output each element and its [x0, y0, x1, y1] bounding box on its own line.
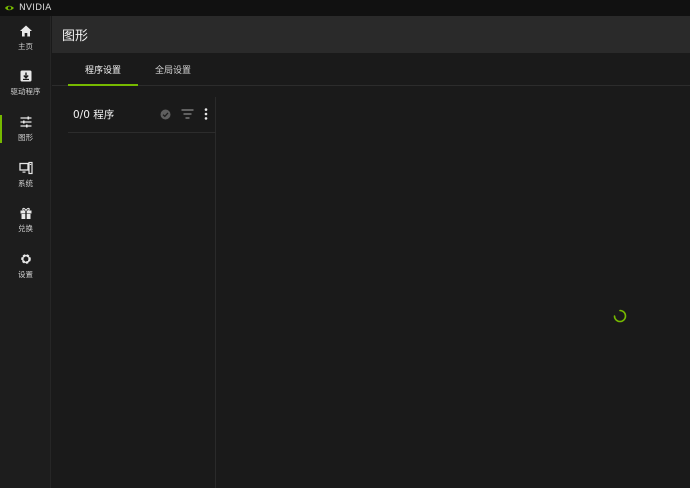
sidebar-item-drivers[interactable]: 驱动程序	[0, 63, 51, 103]
program-list-header: 0/0 程序	[68, 97, 216, 133]
more-vertical-icon[interactable]	[204, 108, 208, 120]
tab-program-settings[interactable]: 程序设置	[68, 53, 138, 86]
sidebar-item-label: 图形	[18, 133, 33, 142]
page-title: 图形	[62, 29, 89, 44]
tab-bar: 程序设置 全局设置	[52, 53, 690, 86]
settings-content-area	[217, 97, 690, 488]
window-title: NVIDIA	[19, 3, 52, 13]
loading-spinner-icon	[613, 309, 627, 323]
sidebar-item-label: 系统	[18, 179, 33, 188]
tab-global-settings[interactable]: 全局设置	[138, 53, 208, 85]
page-header: 图形	[52, 16, 690, 53]
sidebar-item-system[interactable]: 系统	[0, 155, 51, 195]
home-icon	[19, 25, 32, 37]
sidebar-item-graphics[interactable]: 图形	[0, 109, 51, 149]
sidebar-item-label: 兑换	[18, 224, 33, 233]
sliders-icon	[20, 116, 31, 128]
program-count: 0/0 程序	[73, 109, 115, 121]
sidebar-item-label: 主页	[18, 42, 33, 51]
program-list-actions	[160, 108, 208, 120]
window-titlebar: NVIDIA	[0, 0, 690, 16]
sidebar: 主页 驱动程序 图形 系统 兑换 设置	[0, 16, 51, 488]
sidebar-item-settings[interactable]: 设置	[0, 246, 51, 286]
nvidia-logo-icon	[5, 5, 14, 11]
sidebar-item-redeem[interactable]: 兑换	[0, 200, 51, 240]
system-monitor-icon	[18, 161, 33, 175]
sidebar-item-label: 设置	[18, 270, 33, 279]
gear-icon	[20, 254, 31, 264]
verified-check-icon[interactable]	[160, 109, 171, 120]
driver-download-icon	[20, 70, 31, 82]
filter-icon[interactable]	[181, 109, 194, 119]
sidebar-item-home[interactable]: 主页	[0, 18, 51, 58]
gift-icon	[20, 207, 31, 219]
program-list-panel: 0/0 程序	[68, 97, 216, 488]
sidebar-item-label: 驱动程序	[10, 87, 41, 96]
